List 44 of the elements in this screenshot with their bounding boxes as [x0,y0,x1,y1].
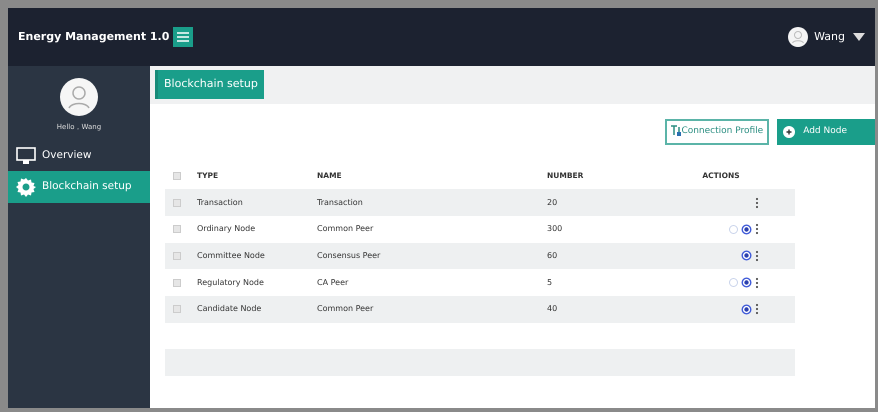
kebab-menu-icon[interactable] [755,223,759,236]
sidebar-item[interactable]: Overview [8,140,150,170]
app-title: Energy Management 1.0 [18,28,170,45]
table-cell: Transaction [317,198,363,207]
table-cell: Transaction [197,198,243,207]
connection-profile-button[interactable]: Connection Profile [665,119,770,144]
checkbox[interactable] [173,278,181,287]
table-cell: 20 [547,198,558,207]
network-icon [671,125,682,136]
avatar-icon[interactable] [788,27,808,47]
table-cell: 60 [547,250,558,260]
table-cell: Common Peer [317,304,374,314]
table-cell: Regulatory Node [197,278,264,287]
radio-icon[interactable] [741,304,752,315]
table-cell: Committee Node [197,250,265,260]
checkbox[interactable] [173,198,181,207]
kebab-menu-icon[interactable] [755,196,759,209]
avatar-icon [60,78,98,116]
table-cell: Consensus Peer [317,250,380,260]
page-title: Blockchain setup [155,70,264,98]
checkbox[interactable] [173,305,181,314]
kebab-menu-icon[interactable] [755,303,759,316]
radio-icon[interactable] [741,277,752,288]
table-cell: Common Peer [317,224,374,234]
table-cell: 5 [547,278,552,287]
checkbox[interactable] [173,172,181,180]
table-cell: 300 [547,224,562,234]
table-cell: Candidate Node [197,304,262,314]
table-cell: CA Peer [317,278,348,287]
caret-icon[interactable] [853,33,865,41]
radio-icon[interactable] [741,224,752,235]
user-name[interactable]: Wang [814,28,845,46]
gear-icon [16,176,36,196]
table-cell: Ordinary Node [197,224,256,234]
checkbox[interactable] [173,252,181,260]
monitor-icon [16,146,36,164]
kebab-menu-icon[interactable] [755,276,759,289]
plus-icon [783,126,796,138]
add-node-button[interactable]: Add Node [777,119,875,144]
sidebar-item[interactable]: Blockchain setup [8,170,150,202]
table-cell: 40 [547,304,558,314]
radio-icon[interactable] [741,250,752,262]
checkbox[interactable] [173,225,181,234]
kebab-menu-icon[interactable] [755,250,759,262]
